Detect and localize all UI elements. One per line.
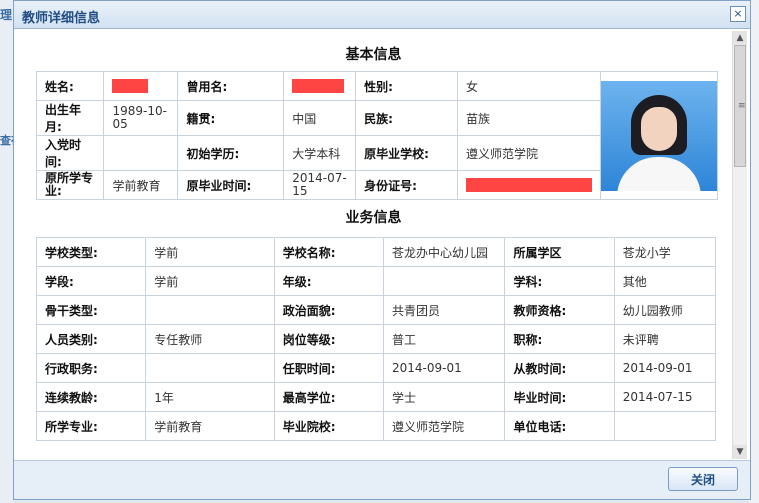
- field-value: 遵义师范学院: [382, 411, 506, 441]
- field-value: 幼儿园教师: [613, 295, 717, 325]
- label-orig-school: 原毕业学校:: [355, 135, 458, 171]
- value-gender: 女: [456, 71, 601, 101]
- value-name-redacted: [103, 71, 179, 101]
- field-label: 行政职务:: [35, 353, 147, 383]
- value-orig-major: 学前教育: [103, 170, 179, 200]
- field-value: 1年: [145, 382, 275, 412]
- business-info-table: 学校类型: 学前 学校名称: 苍龙办中心幼儿园 所属学区 苍龙小学 学段: 学前 年级: 学科: 其…: [35, 237, 717, 441]
- value-former-name-redacted: [283, 71, 357, 101]
- field-label: 学校类型:: [35, 237, 147, 267]
- label-native: 籍贯:: [177, 100, 285, 136]
- close-icon[interactable]: ×: [730, 6, 746, 22]
- photo-cell: [599, 71, 719, 200]
- business-row: 学段: 学前 年级: 学科: 其他: [35, 266, 717, 296]
- field-value: 学前: [145, 266, 275, 296]
- field-label: 所学专业:: [35, 411, 147, 441]
- label-name: 姓名:: [35, 71, 105, 101]
- field-value: 2014-09-01: [613, 353, 717, 383]
- business-row: 骨干类型: 政治面貌: 共青团员 教师资格: 幼儿园教师: [35, 295, 717, 325]
- field-value: 共青团员: [382, 295, 506, 325]
- close-button[interactable]: 关闭: [668, 467, 738, 491]
- field-value: 学前教育: [145, 411, 275, 441]
- business-row: 学校类型: 学前 学校名称: 苍龙办中心幼儿园 所属学区 苍龙小学: [35, 237, 717, 267]
- value-party: [103, 135, 179, 171]
- field-value: 其他: [613, 266, 717, 296]
- label-ethnic: 民族:: [355, 100, 458, 136]
- business-info-heading: 业务信息: [345, 210, 402, 226]
- field-label: 学科:: [504, 266, 615, 296]
- value-native: 中国: [283, 100, 357, 136]
- field-value: 专任教师: [145, 324, 275, 354]
- field-label: 单位电话:: [504, 411, 615, 441]
- field-value: 普工: [382, 324, 506, 354]
- field-label: 年级:: [273, 266, 384, 296]
- field-value: 2014-09-01: [382, 353, 506, 383]
- field-label: 连续教龄:: [35, 382, 147, 412]
- value-orig-grad: 2014-07-15: [283, 170, 357, 200]
- field-label: 毕业时间:: [504, 382, 615, 412]
- field-label: 岗位等级:: [273, 324, 384, 354]
- field-label: 毕业院校:: [273, 411, 384, 441]
- scroll-up-icon[interactable]: ▲: [733, 31, 747, 45]
- field-value: [382, 266, 506, 296]
- field-value: [145, 353, 275, 383]
- value-ethnic: 苗族: [456, 100, 601, 136]
- dialog-titlebar[interactable]: 教师详细信息 ×: [14, 1, 750, 29]
- field-value: 学前: [145, 237, 275, 267]
- field-label: 最高学位:: [273, 382, 384, 412]
- value-orig-school: 遵义师范学院: [456, 135, 601, 171]
- label-id-no: 身份证号:: [355, 170, 458, 200]
- vertical-scrollbar[interactable]: ▲ ≡ ▼: [732, 31, 747, 459]
- label-gender: 性别:: [355, 71, 458, 101]
- label-orig-major: 原所学专业:: [35, 170, 105, 200]
- field-label: 人员类别:: [35, 324, 147, 354]
- label-orig-grad: 原毕业时间:: [177, 170, 285, 200]
- business-row: 所学专业: 学前教育 毕业院校: 遵义师范学院 单位电话:: [35, 411, 717, 441]
- field-label: 从教时间:: [504, 353, 615, 383]
- business-row: 行政职务: 任职时间: 2014-09-01 从教时间: 2014-09-01: [35, 353, 717, 383]
- field-label: 学段:: [35, 266, 147, 296]
- field-label: 教师资格:: [504, 295, 615, 325]
- label-birth: 出生年月:: [35, 100, 105, 136]
- field-label: 学校名称:: [273, 237, 384, 267]
- field-label: 所属学区: [504, 237, 615, 267]
- business-row: 人员类别: 专任教师 岗位等级: 普工 职称: 未评聘: [35, 324, 717, 354]
- field-value: [613, 411, 717, 441]
- label-party: 入党时间:: [35, 135, 105, 171]
- scroll-down-icon[interactable]: ▼: [733, 445, 747, 459]
- dialog-content: 基本信息 姓名: 曾用名: 性别: 女 出生年月: 1989-10-05 籍贯:: [14, 29, 733, 461]
- field-value: 学士: [382, 382, 506, 412]
- field-value: 苍龙小学: [613, 237, 717, 267]
- field-label: 职称:: [504, 324, 615, 354]
- label-former-name: 曾用名:: [177, 71, 285, 101]
- dialog-footer: 关闭: [14, 460, 750, 499]
- field-label: 政治面貌:: [273, 295, 384, 325]
- scrollbar-thumb[interactable]: ≡: [734, 45, 746, 167]
- field-label: 骨干类型:: [35, 295, 147, 325]
- label-first-edu: 初始学历:: [177, 135, 285, 171]
- field-value: 苍龙办中心幼儿园: [382, 237, 506, 267]
- basic-info-table: 姓名: 曾用名: 性别: 女 出生年月: 1989-10-05 籍贯: 中国 民…: [35, 71, 719, 200]
- dialog-title: 教师详细信息: [22, 11, 101, 26]
- value-first-edu: 大学本科: [283, 135, 357, 171]
- teacher-detail-dialog: 教师详细信息 × 基本信息 姓名: 曾用名: 性别: 女 出生年月: 1989-…: [13, 0, 751, 500]
- field-value: 2014-07-15: [613, 382, 717, 412]
- value-id-redacted: [456, 170, 601, 200]
- field-value: [145, 295, 275, 325]
- field-label: 任职时间:: [273, 353, 384, 383]
- field-value: 未评聘: [613, 324, 717, 354]
- background-text-fragment: 理: [0, 8, 13, 22]
- teacher-photo: [600, 80, 717, 191]
- basic-info-heading: 基本信息: [345, 47, 402, 63]
- value-birth: 1989-10-05: [103, 100, 179, 136]
- background-app-edge: [0, 0, 14, 503]
- business-row: 连续教龄: 1年 最高学位: 学士 毕业时间: 2014-07-15: [35, 382, 717, 412]
